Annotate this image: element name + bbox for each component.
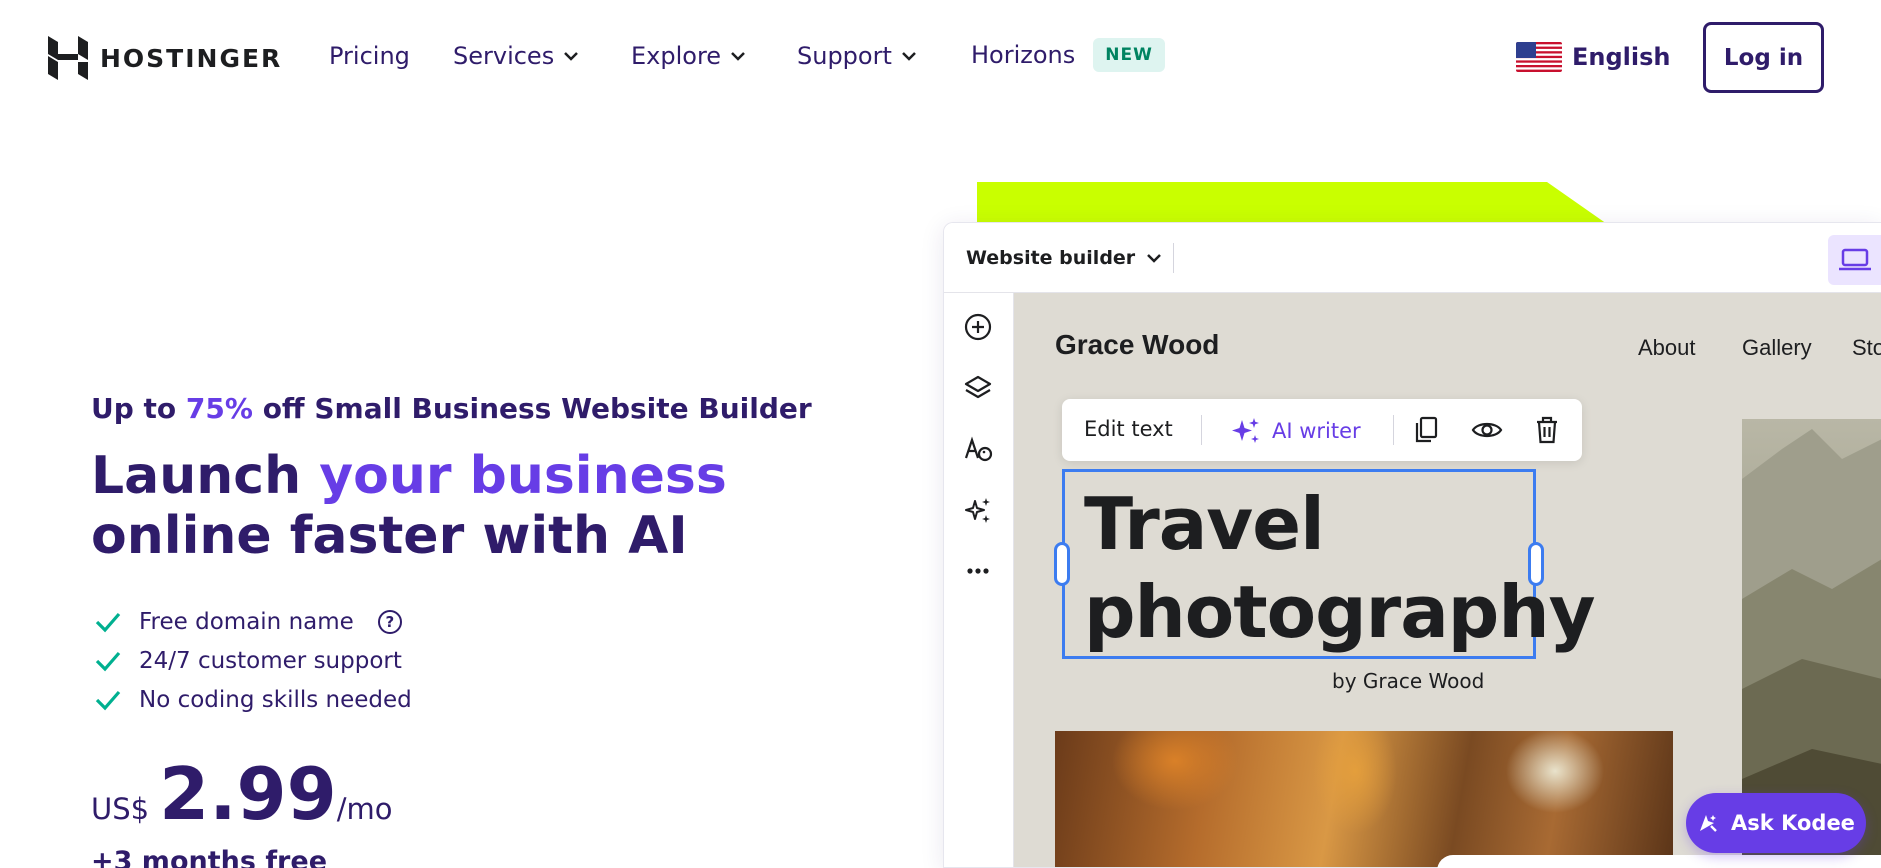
nav-services-label: Services — [453, 42, 555, 70]
nav-explore[interactable]: Explore — [631, 42, 747, 70]
toolbar-divider — [1393, 415, 1394, 445]
laptop-icon — [1839, 248, 1871, 271]
us-flag-icon — [1516, 42, 1562, 72]
toolbar-divider — [1201, 415, 1202, 445]
nav-pricing-label: Pricing — [329, 42, 410, 70]
promo-percent: 75% — [185, 392, 253, 425]
price-currency: US$ — [91, 792, 150, 826]
selected-title-element[interactable]: Travel photography — [1054, 469, 1596, 659]
language-label: English — [1572, 43, 1671, 71]
promo-suffix: off Small Business Website Builder — [262, 392, 812, 425]
plus-circle-icon — [964, 313, 992, 341]
desktop-view-button[interactable] — [1828, 235, 1881, 285]
ai-tools-button[interactable] — [962, 494, 994, 526]
kodee-icon — [1700, 815, 1717, 832]
site-title-line-1: Travel — [1084, 482, 1325, 566]
feature-label: No coding skills needed — [139, 686, 412, 713]
chevron-down-icon — [731, 52, 745, 61]
nav-support-label: Support — [797, 42, 892, 70]
language-selector[interactable]: English — [1516, 42, 1670, 72]
eye-icon — [1471, 422, 1503, 438]
headline-part-1: Launch — [91, 446, 302, 506]
site-title-line-2: photography — [1084, 570, 1596, 654]
builder-sidebar — [944, 293, 1014, 867]
check-icon — [95, 651, 121, 671]
top-navigation: HOSTINGER Pricing Services Explore Suppo… — [0, 0, 1881, 116]
layers-button[interactable] — [962, 372, 994, 404]
palette-icon — [964, 436, 993, 462]
builder-canvas: Grace Wood About Gallery Store Edit text… — [1014, 293, 1881, 867]
promo-text: Up to 75% off Small Business Website Bui… — [91, 392, 812, 425]
ai-sparkle-icon — [1232, 418, 1259, 443]
site-nav-store[interactable]: Store — [1852, 335, 1881, 361]
bonus-text: +3 months free — [91, 846, 327, 868]
login-button[interactable]: Log in — [1703, 22, 1824, 93]
lime-decoration — [977, 182, 1607, 224]
feature-item: Free domain name ? — [95, 602, 412, 641]
duplicate-button[interactable] — [1412, 415, 1440, 445]
edit-toolbar: Edit text AI writer — [1062, 399, 1582, 461]
hero-headline: Launch your business online faster with … — [91, 446, 727, 566]
copy-icon — [1415, 416, 1438, 443]
feature-label: Free domain name — [139, 608, 354, 635]
resize-handle-left[interactable] — [1054, 542, 1070, 586]
styles-button[interactable] — [962, 433, 994, 465]
ai-writer-button[interactable]: AI writer — [1230, 415, 1361, 447]
site-byline[interactable]: by Grace Wood — [1332, 669, 1484, 693]
hostinger-logo-icon — [48, 36, 88, 80]
feature-label: 24/7 customer support — [139, 647, 402, 674]
headline-line-2: online faster with AI — [91, 506, 688, 566]
nav-explore-label: Explore — [631, 42, 722, 70]
nav-horizons[interactable]: Horizons NEW — [971, 38, 1165, 72]
delete-button[interactable] — [1533, 415, 1561, 445]
edit-text-button[interactable]: Edit text — [1084, 417, 1173, 441]
ask-kodee-label: Ask Kodee — [1731, 811, 1855, 835]
chat-panel-edge — [1437, 855, 1881, 868]
price-period: /mo — [336, 792, 393, 826]
market-photo — [1055, 731, 1673, 867]
feature-item: No coding skills needed — [95, 680, 412, 719]
website-builder-mockup: Website builder Grace Wood About Gallery… — [943, 222, 1881, 868]
topbar-divider — [1173, 243, 1174, 273]
check-icon — [95, 612, 121, 632]
hostinger-logo[interactable]: HOSTINGER — [48, 36, 282, 80]
trash-icon — [1537, 416, 1557, 444]
more-horizontal-icon — [967, 568, 989, 574]
sparkles-icon — [965, 498, 990, 523]
chevron-down-icon — [901, 52, 916, 61]
brand-name: HOSTINGER — [100, 43, 283, 73]
ai-writer-label: AI writer — [1272, 419, 1361, 443]
add-element-button[interactable] — [962, 311, 994, 343]
check-icon — [95, 690, 121, 710]
new-badge: NEW — [1093, 38, 1165, 72]
ask-kodee-button[interactable]: Ask Kodee — [1686, 793, 1866, 853]
nav-support[interactable]: Support — [797, 42, 918, 70]
headline-accent: your business — [319, 446, 727, 506]
nav-pricing[interactable]: Pricing — [329, 42, 410, 70]
nav-horizons-label: Horizons — [971, 41, 1076, 69]
nav-services[interactable]: Services — [453, 42, 580, 70]
more-options-button[interactable] — [962, 555, 994, 587]
visibility-button[interactable] — [1470, 415, 1504, 445]
feature-list: Free domain name ? 24/7 customer support… — [95, 602, 412, 719]
builder-mode-dropdown[interactable]: Website builder — [966, 247, 1163, 269]
site-nav-about[interactable]: About — [1638, 335, 1696, 361]
chevron-down-icon — [1147, 254, 1162, 263]
question-icon[interactable]: ? — [377, 609, 402, 634]
site-hero-title: Travel photography — [1084, 480, 1596, 656]
layers-icon — [964, 375, 992, 399]
price-amount: 2.99 — [159, 752, 337, 836]
builder-title: Website builder — [966, 247, 1136, 269]
price: US$ 2.99 /mo — [91, 752, 393, 836]
feature-item: 24/7 customer support — [95, 641, 412, 680]
site-nav-gallery[interactable]: Gallery — [1742, 335, 1812, 361]
site-name[interactable]: Grace Wood — [1055, 329, 1219, 361]
promo-prefix: Up to — [91, 392, 177, 425]
chevron-down-icon — [564, 52, 579, 61]
builder-topbar: Website builder — [944, 223, 1881, 293]
